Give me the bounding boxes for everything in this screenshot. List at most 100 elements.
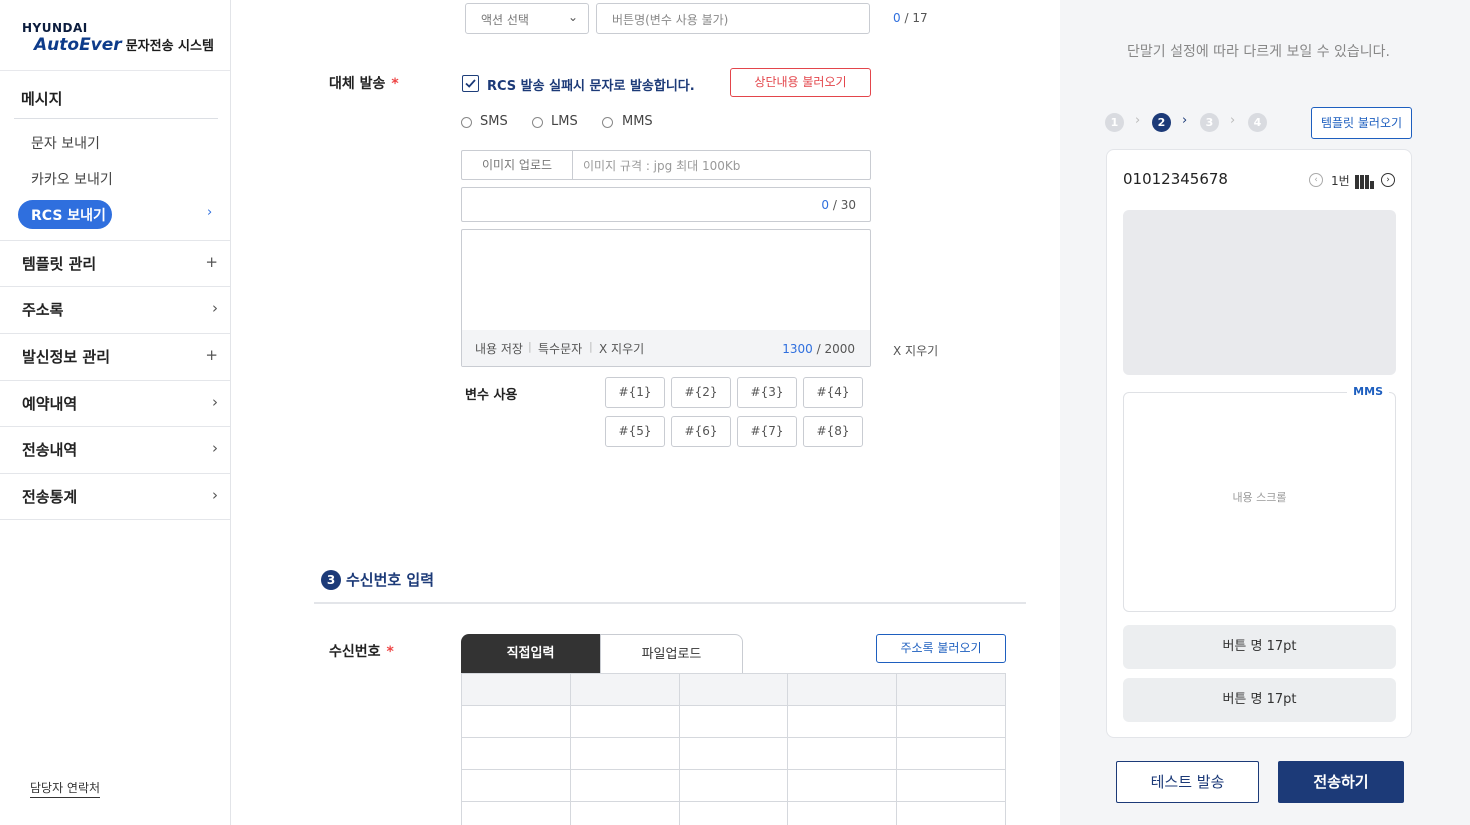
sidebar-item-template[interactable]: 템플릿 관리 +	[0, 240, 230, 287]
tab-file-upload[interactable]: 파일업로드	[600, 634, 743, 673]
sidebar-item-rcs[interactable]: RCS 보내기	[18, 200, 112, 229]
sidebar-item-label: 예약내역	[22, 395, 78, 413]
radio-mms-label[interactable]: MMS	[622, 114, 653, 129]
sidebar-item-addressbook[interactable]: 주소록 ›	[0, 286, 230, 333]
preview-button-2[interactable]: 버튼 명 17pt	[1123, 678, 1396, 722]
chevron-right-icon: ›	[1182, 113, 1188, 128]
radio-lms[interactable]	[532, 117, 543, 128]
step-4[interactable]: 4	[1248, 113, 1267, 132]
save-content-button[interactable]: 내용 저장	[475, 340, 523, 357]
brand-logo[interactable]: HYUNDAI AutoEver 문자전송 시스템	[22, 21, 214, 55]
send-button[interactable]: 전송하기	[1278, 761, 1404, 803]
table-cell[interactable]	[462, 802, 571, 825]
alt-send-label: 대체 발송 *	[329, 76, 399, 92]
divider	[0, 70, 230, 71]
table-cell[interactable]	[897, 706, 1006, 738]
table-cell[interactable]	[788, 706, 898, 738]
sidebar-item-sender-info[interactable]: 발신정보 관리 +	[0, 333, 230, 380]
table-cell[interactable]	[462, 770, 571, 802]
preview-note: 단말기 설정에 따라 다르게 보일 수 있습니다.	[1127, 44, 1390, 60]
alt-send-checkbox[interactable]	[462, 75, 479, 92]
table-cell[interactable]	[680, 802, 789, 825]
variable-button-6[interactable]: #{6}	[671, 416, 731, 447]
table-cell[interactable]	[462, 674, 571, 706]
table-cell[interactable]	[788, 802, 898, 825]
clear-all-button[interactable]: X 지우기	[893, 342, 938, 359]
variable-button-8[interactable]: #{8}	[803, 416, 863, 447]
variable-button-5[interactable]: #{5}	[605, 416, 665, 447]
step-3[interactable]: 3	[1200, 113, 1219, 132]
radio-sms[interactable]	[461, 117, 472, 128]
button-name-input[interactable]: 버튼명(변수 사용 불가)	[596, 3, 870, 34]
step-1[interactable]: 1	[1105, 113, 1124, 132]
table-cell[interactable]	[679, 770, 789, 802]
sidebar-item-history[interactable]: 전송내역 ›	[0, 426, 230, 473]
phone-preview: 01012345678 ‹ 1번 › MMS 내용 스크롤 버튼 명 17pt …	[1106, 149, 1412, 738]
table-cell[interactable]	[897, 770, 1006, 802]
variable-button-7[interactable]: #{7}	[737, 416, 797, 447]
radio-lms-label[interactable]: LMS	[551, 114, 578, 129]
test-send-button[interactable]: 테스트 발송	[1116, 761, 1259, 803]
variables-label: 변수 사용	[465, 388, 518, 403]
content-textarea[interactable]: 내용 저장 | 특수문자 | X 지우기 1300 / 2000	[461, 229, 871, 367]
clear-content-button[interactable]: X 지우기	[599, 340, 644, 357]
table-cell[interactable]	[570, 770, 680, 802]
table-cell[interactable]	[897, 674, 1006, 706]
table-cell[interactable]	[897, 738, 1006, 770]
table-cell[interactable]	[788, 738, 898, 770]
title-input[interactable]: 0 / 30	[461, 187, 871, 222]
image-spec-text: 이미지 규격 : jpg 최대 100Kb	[583, 159, 741, 173]
table-cell[interactable]	[679, 674, 789, 706]
alt-send-checkbox-label[interactable]: RCS 발송 실패시 문자로 발송합니다.	[487, 75, 695, 94]
variable-button-1[interactable]: #{1}	[605, 377, 665, 408]
load-address-book-button[interactable]: 주소록 불러오기	[876, 634, 1006, 663]
variable-button-3[interactable]: #{3}	[737, 377, 797, 408]
image-upload-field: 이미지 업로드 이미지 규격 : jpg 최대 100Kb	[461, 150, 871, 180]
step-2[interactable]: 2	[1152, 113, 1171, 132]
special-chars-button[interactable]: 특수문자	[538, 340, 582, 357]
table-cell[interactable]	[679, 738, 789, 770]
message-box[interactable]: MMS 내용 스크롤	[1123, 385, 1396, 612]
table-row	[462, 706, 1006, 738]
load-above-button[interactable]: 상단내용 불러오기	[730, 68, 871, 97]
variable-button-4[interactable]: #{4}	[803, 377, 863, 408]
table-cell[interactable]	[570, 674, 680, 706]
table-cell[interactable]	[570, 706, 680, 738]
table-cell[interactable]	[788, 674, 898, 706]
table-cell[interactable]	[462, 706, 571, 738]
sidebar-item-stats[interactable]: 전송통계 ›	[0, 473, 230, 520]
sidebar-item-kakao[interactable]: 카카오 보내기	[31, 169, 113, 189]
action-select-value: 액션 선택	[481, 13, 529, 27]
action-select[interactable]: 액션 선택 ⌄	[465, 3, 589, 34]
signal-bars-icon	[1355, 170, 1375, 189]
section-number-badge: 3	[321, 570, 341, 590]
textarea-toolbar: 내용 저장 | 특수문자 | X 지우기 1300 / 2000	[462, 330, 870, 366]
chevron-right-icon: ›	[212, 486, 218, 504]
table-cell[interactable]	[897, 802, 1006, 825]
table-cell[interactable]	[571, 802, 680, 825]
sidebar-section-message[interactable]: 메시지	[21, 88, 62, 109]
tab-direct-input[interactable]: 직접입력	[461, 634, 600, 673]
system-name: 문자전송 시스템	[125, 39, 214, 54]
contact-link[interactable]: 담당자 연락처	[30, 779, 101, 798]
table-cell[interactable]	[570, 738, 680, 770]
table-cell[interactable]	[679, 706, 789, 738]
image-upload-button[interactable]: 이미지 업로드	[462, 151, 573, 179]
preview-button-1[interactable]: 버튼 명 17pt	[1123, 625, 1396, 669]
content-counter: 1300 / 2000	[782, 342, 855, 356]
divider	[14, 118, 218, 119]
chevron-right-icon: ›	[207, 205, 213, 220]
variable-button-2[interactable]: #{2}	[671, 377, 731, 408]
radio-mms[interactable]	[602, 117, 613, 128]
chevron-left-icon[interactable]: ‹	[1309, 173, 1323, 187]
radio-sms-label[interactable]: SMS	[480, 114, 508, 129]
logo-hyundai: HYUNDAI	[22, 21, 88, 35]
table-cell[interactable]	[462, 738, 571, 770]
load-template-button[interactable]: 템플릿 불러오기	[1311, 107, 1412, 139]
preview-panel: 단말기 설정에 따라 다르게 보일 수 있습니다. 1 › 2 › 3 › 4 …	[1060, 0, 1470, 825]
chevron-right-icon[interactable]: ›	[1381, 173, 1395, 187]
sidebar-item-sms[interactable]: 문자 보내기	[31, 133, 100, 153]
sidebar-item-reservation[interactable]: 예약내역 ›	[0, 380, 230, 427]
table-cell[interactable]	[788, 770, 898, 802]
separator: |	[589, 340, 593, 353]
